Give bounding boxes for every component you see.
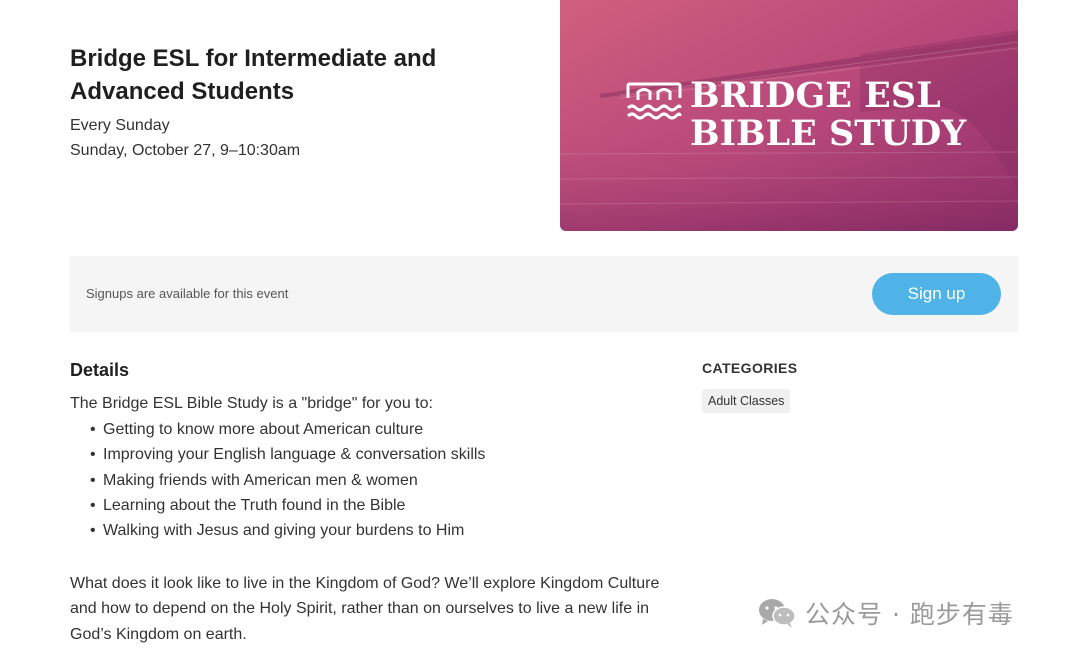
details-intro: The Bridge ESL Bible Study is a "bridge"… bbox=[70, 395, 433, 412]
event-recurrence: Every Sunday bbox=[70, 117, 170, 134]
list-item: Getting to know more about American cult… bbox=[90, 420, 485, 445]
signup-message: Signups are available for this event bbox=[86, 286, 289, 301]
event-title: Bridge ESL for Intermediate and Advanced… bbox=[70, 45, 437, 105]
details-paragraph: What does it look like to live in the Ki… bbox=[70, 575, 660, 643]
event-hero-image: BRIDGE ESL BIBLE STUDY bbox=[560, 0, 1018, 231]
list-item: Walking with Jesus and giving your burde… bbox=[90, 521, 485, 546]
category-tag-adult-classes[interactable]: Adult Classes bbox=[702, 389, 791, 413]
signup-banner: Signups are available for this event Sig… bbox=[70, 256, 1018, 332]
list-item: Improving your English language & conver… bbox=[90, 445, 485, 470]
list-item: Learning about the Truth found in the Bi… bbox=[90, 496, 485, 521]
sign-up-button[interactable]: Sign up bbox=[872, 273, 1001, 315]
watermark: 公众号 · 跑步有毒 bbox=[757, 596, 1014, 630]
categories-heading: CATEGORIES bbox=[702, 360, 798, 376]
event-date-time: Sunday, October 27, 9–10:30am bbox=[70, 142, 301, 159]
list-item: Making friends with American men & women bbox=[90, 471, 485, 496]
wechat-icon bbox=[759, 599, 796, 628]
hero-title-line2: BIBLE STUDY bbox=[690, 113, 967, 154]
watermark-text: 公众号 · 跑步有毒 bbox=[805, 600, 1014, 629]
hero-title-line1: BRIDGE ESL bbox=[690, 75, 941, 116]
details-bullet-list: Getting to know more about American cult… bbox=[80, 420, 485, 546]
details-heading: Details bbox=[70, 360, 130, 380]
